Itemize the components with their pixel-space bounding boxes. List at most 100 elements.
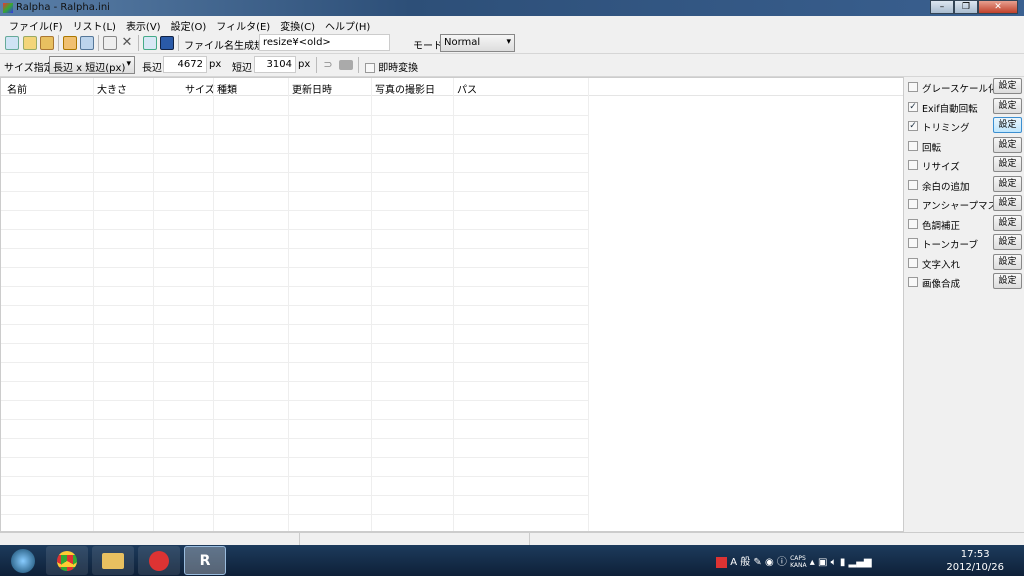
filter-row: リサイズ 設定 (908, 156, 1022, 174)
filter-settings-button[interactable]: 設定 (993, 97, 1022, 114)
app-icon (3, 3, 13, 13)
maximize-button[interactable]: ❐ (954, 0, 978, 14)
load-list-icon[interactable] (63, 36, 77, 50)
filter-checkbox[interactable]: ✓ (908, 101, 918, 112)
filter-checkbox[interactable] (908, 257, 918, 268)
filename-rule-input[interactable]: resize¥<old> (259, 34, 390, 51)
filter-checkbox[interactable] (908, 160, 918, 170)
explorer-icon[interactable] (92, 546, 134, 575)
open-icon[interactable] (40, 36, 54, 50)
row-line (1, 457, 588, 458)
filter-settings-button[interactable]: 設定 (993, 195, 1022, 211)
ime-indicator[interactable]: A 般 (730, 557, 750, 568)
menu-convert[interactable]: 変換(C) (275, 16, 320, 33)
col-path[interactable]: パス (457, 81, 477, 96)
clock[interactable]: 17:53 2012/10/26 (946, 548, 1004, 574)
start-button[interactable] (2, 546, 44, 575)
title-bar: Ralpha - Ralpha.ini – ❐ ✕ (0, 0, 1024, 16)
checkbox[interactable] (365, 63, 375, 73)
filter-row: 画像合成 設定 (908, 273, 1022, 291)
menu-list[interactable]: リスト(L) (68, 16, 121, 33)
add-folder-icon[interactable] (23, 36, 37, 50)
long-side-input[interactable]: 4672 (163, 56, 207, 73)
filter-settings-button[interactable]: 設定 (993, 214, 1022, 231)
preset-icon[interactable] (339, 60, 353, 70)
row-line (1, 324, 588, 325)
menu-file[interactable]: ファイル(F) (4, 16, 68, 33)
menu-view[interactable]: 表示(V) (121, 16, 166, 33)
help-icon[interactable]: ⓘ (777, 557, 787, 568)
clear-icon[interactable]: ✕ (120, 36, 134, 50)
col-dimensions[interactable]: 大きさ (97, 81, 127, 96)
menu-help[interactable]: ヘルプ(H) (320, 16, 375, 33)
fullscreen-icon[interactable] (160, 36, 174, 50)
minimize-button[interactable]: – (930, 0, 954, 14)
taskbar: R A 般 ✎ ◉ ⓘ CAPS KANA ▴ ▣ 🔈︎ ▮ ▂▄▆ 17:53 2… (0, 545, 1024, 576)
menu-bar: ファイル(F) リスト(L) 表示(V) 設定(O) フィルタ(E) 変換(C)… (0, 16, 1024, 33)
short-side-input[interactable]: 3104 (254, 56, 296, 73)
file-list[interactable]: 名前 大きさ サイズ 種類 更新日時 写真の撮影日 パス (0, 77, 904, 532)
tray-app-icon[interactable] (716, 556, 727, 568)
filter-checkbox[interactable] (908, 179, 918, 190)
filter-row: ✓ トリミング 設定 (908, 117, 1022, 135)
filter-checkbox[interactable] (908, 199, 918, 209)
network-icon[interactable]: ▣ (818, 557, 827, 568)
show-hidden-icons[interactable]: ▴ (810, 557, 818, 568)
filter-settings-button[interactable]: 設定 (993, 253, 1022, 270)
filter-checkbox[interactable] (908, 140, 918, 151)
filter-row: アンシャープマスク 設定 (908, 195, 1022, 213)
long-unit: px (209, 59, 222, 70)
swap-icon[interactable]: ⊃ (321, 58, 335, 72)
remove-icon[interactable] (103, 36, 117, 50)
ralpha-taskbar-icon[interactable]: R (184, 546, 226, 575)
status-bar (0, 532, 1024, 546)
row-line (1, 172, 588, 173)
row-line (1, 248, 588, 249)
filter-label: 画像合成 (922, 279, 961, 290)
mode-select[interactable]: Normal (440, 34, 515, 52)
col-modified[interactable]: 更新日時 (292, 81, 332, 96)
filter-row: 色調補正 設定 (908, 214, 1022, 233)
col-name[interactable]: 名前 (7, 81, 27, 96)
row-line (1, 400, 588, 401)
row-line (1, 438, 588, 439)
filter-checkbox[interactable]: ✓ (908, 121, 918, 131)
filter-settings-button[interactable]: 設定 (993, 273, 1022, 289)
window-title: Ralpha - Ralpha.ini (16, 2, 110, 13)
filter-settings-button[interactable]: 設定 (993, 78, 1022, 94)
size-mode-select[interactable]: 長辺 x 短辺(px) (49, 56, 135, 74)
chrome-icon[interactable] (46, 546, 88, 575)
instant-convert-checkbox[interactable]: 即時変換 (365, 59, 418, 74)
col-size[interactable]: サイズ (185, 81, 215, 96)
row-line (1, 305, 588, 306)
power-icon[interactable]: ▮ (840, 557, 846, 568)
size-label: サイズ指定 (4, 63, 54, 74)
save-list-icon[interactable] (80, 36, 94, 50)
filter-settings-button[interactable]: 設定 (993, 156, 1022, 172)
filter-checkbox[interactable] (908, 82, 918, 92)
row-line (1, 153, 588, 154)
filter-checkbox[interactable] (908, 218, 918, 229)
short-side-label: 短辺 (232, 63, 252, 74)
filter-row: 文字入れ 設定 (908, 253, 1022, 272)
col-taken[interactable]: 写真の撮影日 (375, 81, 435, 96)
volume-icon[interactable]: 🔈︎ (831, 557, 837, 568)
menu-filter[interactable]: フィルタ(E) (211, 16, 275, 33)
convert-icon[interactable] (143, 36, 157, 50)
filter-settings-button[interactable]: 設定 (993, 117, 1022, 133)
clock-date: 2012/10/26 (946, 562, 1004, 573)
app-taskbar-icon[interactable] (138, 546, 180, 575)
ime-tools-icon[interactable]: ✎ ◉ (753, 557, 773, 568)
row-line (1, 343, 588, 344)
filter-checkbox[interactable] (908, 238, 918, 248)
filter-settings-button[interactable]: 設定 (993, 234, 1022, 250)
add-file-icon[interactable] (5, 36, 19, 50)
menu-settings[interactable]: 設定(O) (166, 16, 212, 33)
col-type[interactable]: 種類 (217, 81, 237, 96)
row-line (1, 267, 588, 268)
filter-settings-button[interactable]: 設定 (993, 175, 1022, 192)
filter-checkbox[interactable] (908, 277, 918, 287)
filter-settings-button[interactable]: 設定 (993, 136, 1022, 153)
signal-icon[interactable]: ▂▄▆ (849, 557, 872, 568)
close-button[interactable]: ✕ (978, 0, 1018, 14)
